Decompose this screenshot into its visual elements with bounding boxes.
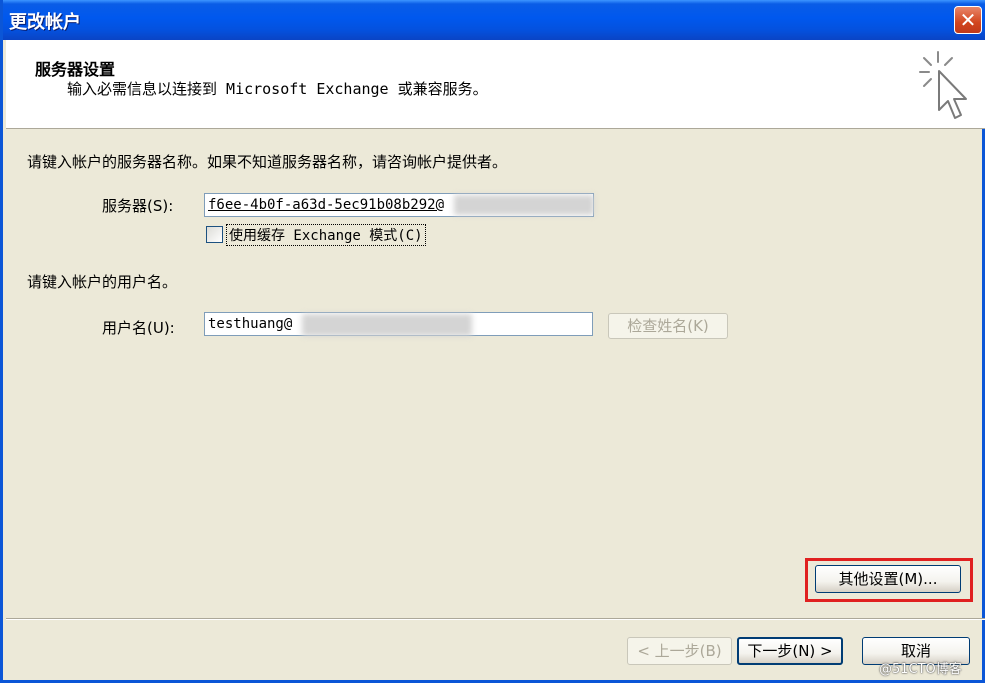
cached-mode-label[interactable]: 使用缓存 Exchange 模式(C) [226,224,426,246]
footer-divider [6,618,985,620]
server-value: f6ee-4b0f-a63d-5ec91b08b292@ [208,197,445,213]
title-bar[interactable]: 更改帐户 ✕ [3,0,985,40]
next-button[interactable]: 下一步(N) > [737,637,843,665]
close-button[interactable]: ✕ [954,6,982,34]
redacted-region [302,314,472,336]
cached-mode-checkbox[interactable] [206,226,223,243]
username-value: testhuang@ [208,316,293,332]
watermark-text: @51CTO博客 [879,662,962,677]
back-button[interactable]: < 上一步(B) [627,637,732,665]
user-intro-text: 请键入帐户的用户名。 [27,273,178,291]
header-title: 服务器设置 [35,60,116,79]
window-title: 更改帐户 [9,12,81,33]
close-icon: ✕ [959,8,977,32]
header-panel: 服务器设置 输入必需信息以连接到 Microsoft Exchange 或兼容服… [6,40,985,129]
check-name-button[interactable]: 检查姓名(K) [608,313,728,339]
more-settings-button[interactable]: 其他设置(M)... [815,565,961,593]
cursor-sparkle-icon [919,51,967,119]
username-label: 用户名(U): [102,319,175,337]
redacted-region [454,195,594,215]
content-area: 请键入帐户的服务器名称。如果不知道服务器名称，请咨询帐户提供者。 服务器(S):… [6,129,985,619]
header-subtitle: 输入必需信息以连接到 Microsoft Exchange 或兼容服务。 [67,80,488,98]
change-account-dialog: 更改帐户 ✕ 服务器设置 输入必需信息以连接到 Microsoft Exchan… [0,0,985,683]
server-label: 服务器(S): [102,197,174,215]
server-intro-text: 请键入帐户的服务器名称。如果不知道服务器名称，请咨询帐户提供者。 [27,153,508,171]
